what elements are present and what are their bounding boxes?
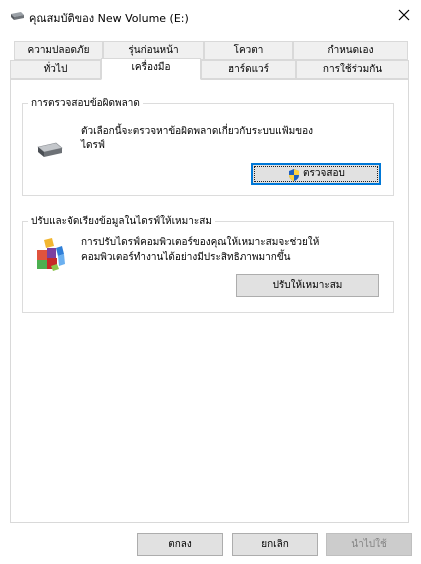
tab-hardware[interactable]: ฮาร์ดแวร์	[201, 60, 296, 79]
optimize-group	[22, 221, 394, 313]
check-button-label: ตรวจสอบ	[303, 168, 345, 179]
tab-general[interactable]: ทั่วไป	[10, 60, 101, 79]
apply-button-label: นำไปใช้	[351, 539, 387, 550]
optimize-description-line1: การปรับไดรฟ์คอมพิวเตอร์ของคุณให้เหมาะสมจ…	[81, 237, 320, 248]
optimize-button[interactable]: ปรับให้เหมาะสม	[236, 274, 379, 297]
shield-icon	[287, 168, 301, 182]
tab-security[interactable]: ความปลอดภัย	[14, 41, 103, 60]
optimize-description-line2: คอมพิวเตอร์ทำงานได้อย่างมีประสิทธิภาพมาก…	[81, 252, 291, 263]
close-button[interactable]	[392, 5, 416, 25]
tab-tools[interactable]: เครื่องมือ	[101, 58, 201, 80]
close-icon	[398, 9, 410, 21]
cancel-button-label: ยกเลิก	[261, 539, 289, 550]
error-checking-description-line2: ไดรฟ์	[81, 140, 105, 151]
ok-button-label: ตกลง	[168, 539, 192, 550]
tab-quota[interactable]: โควตา	[204, 41, 293, 60]
window-title: คุณสมบัติของ New Volume (E:)	[29, 12, 189, 25]
optimize-title: ปรับและจัดเรียงข้อมูลในไดรฟ์ให้เหมาะสม	[28, 214, 215, 229]
ok-button[interactable]: ตกลง	[137, 533, 223, 556]
tab-customize[interactable]: กำหนดเอง	[293, 41, 408, 60]
drive-icon	[9, 10, 25, 22]
check-button[interactable]: ตรวจสอบ	[251, 163, 381, 185]
error-checking-title: การตรวจสอบข้อผิดพลาด	[28, 96, 143, 111]
optimize-button-label: ปรับให้เหมาะสม	[272, 280, 343, 291]
tab-sharing[interactable]: การใช้ร่วมกัน	[296, 60, 409, 79]
error-checking-description-line1: ตัวเลือกนี้จะตรวจหาข้อผิดพลาดเกี่ยวกับระ…	[81, 126, 313, 137]
title-bar: คุณสมบัติของ New Volume (E:)	[0, 0, 421, 32]
defrag-icon	[34, 236, 70, 272]
drive-icon	[36, 140, 64, 160]
cancel-button[interactable]: ยกเลิก	[232, 533, 318, 556]
apply-button[interactable]: นำไปใช้	[326, 533, 412, 556]
